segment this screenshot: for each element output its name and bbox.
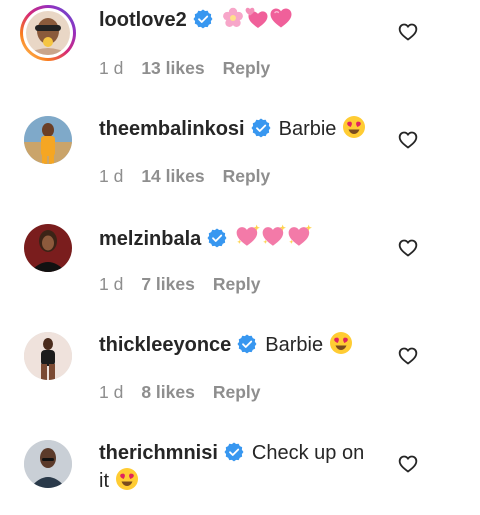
avatar-image	[24, 440, 72, 488]
like-count[interactable]: 13 likes	[141, 58, 204, 78]
comment-text: Barbie	[278, 118, 337, 140]
comment-text-continued: it	[99, 470, 109, 492]
avatar[interactable]	[24, 224, 72, 272]
like-count[interactable]: 7 likes	[141, 274, 195, 294]
like-count[interactable]: 8 likes	[141, 382, 195, 402]
comment-meta: 1 d 14 likes Reply	[99, 166, 288, 187]
avatar-image	[24, 332, 72, 380]
comment-text: Check up on	[251, 442, 365, 464]
reply-button[interactable]: Reply	[213, 382, 261, 402]
comment-item: thickleeyonce Barbie 1 d 8 likes Reply	[0, 324, 480, 424]
heart-eyes-emoji-icon	[342, 115, 366, 139]
sparkling-hearts-emoji-icon	[235, 223, 261, 249]
verified-icon	[251, 118, 271, 138]
comment-text: Barbie	[265, 334, 324, 356]
comment-item: theembalinkosi Barbie 1 d 14 likes Reply	[0, 108, 480, 208]
comment-item: lootlove2 1 d 13 likes Reply	[0, 0, 480, 100]
verified-icon	[237, 334, 257, 354]
comment-item: melzinbala 1 d 7 likes Reply	[0, 216, 480, 316]
comment-time: 1 d	[99, 274, 124, 294]
pink-heart-emoji-icon	[269, 6, 293, 30]
verified-icon	[193, 9, 213, 29]
comment-time: 1 d	[99, 382, 124, 402]
avatar-image	[24, 116, 72, 164]
reply-button[interactable]: Reply	[223, 58, 271, 78]
like-heart-icon[interactable]	[398, 22, 418, 42]
heart-eyes-emoji-icon	[115, 467, 139, 491]
comment-item: therichmnisi Check up on it	[0, 432, 480, 515]
sparkling-hearts-emoji-icon	[261, 223, 287, 249]
comment-body: thickleeyonce Barbie	[99, 331, 420, 359]
two-hearts-emoji-icon	[245, 6, 269, 30]
avatar[interactable]	[24, 332, 72, 380]
like-heart-icon[interactable]	[398, 346, 418, 366]
like-heart-icon[interactable]	[398, 130, 418, 150]
username[interactable]: therichmnisi	[99, 442, 218, 464]
heart-eyes-emoji-icon	[329, 331, 353, 355]
comment-meta: 1 d 13 likes Reply	[99, 58, 288, 79]
like-heart-icon[interactable]	[398, 454, 418, 474]
comment-body: therichmnisi Check up on it	[99, 439, 420, 495]
flower-emoji-icon	[221, 6, 245, 30]
verified-icon	[224, 442, 244, 462]
username[interactable]: theembalinkosi	[99, 118, 245, 140]
username[interactable]: thickleeyonce	[99, 334, 231, 356]
avatar-image	[26, 11, 70, 55]
username[interactable]: lootlove2	[99, 9, 187, 31]
comment-body: theembalinkosi Barbie	[99, 115, 420, 143]
avatar[interactable]	[24, 440, 72, 488]
comment-meta: 1 d 7 likes Reply	[99, 274, 279, 295]
avatar[interactable]	[20, 5, 76, 61]
comment-time: 1 d	[99, 58, 124, 78]
like-heart-icon[interactable]	[398, 238, 418, 258]
like-count[interactable]: 14 likes	[141, 166, 204, 186]
comment-body: melzinbala	[99, 223, 420, 253]
comment-meta: 1 d 8 likes Reply	[99, 382, 279, 403]
reply-button[interactable]: Reply	[223, 166, 271, 186]
avatar-image	[24, 224, 72, 272]
username[interactable]: melzinbala	[99, 228, 201, 250]
verified-icon	[207, 228, 227, 248]
comment-body: lootlove2	[99, 6, 420, 34]
avatar[interactable]	[24, 116, 72, 164]
sparkling-hearts-emoji-icon	[287, 223, 313, 249]
reply-button[interactable]: Reply	[213, 274, 261, 294]
comment-time: 1 d	[99, 166, 124, 186]
